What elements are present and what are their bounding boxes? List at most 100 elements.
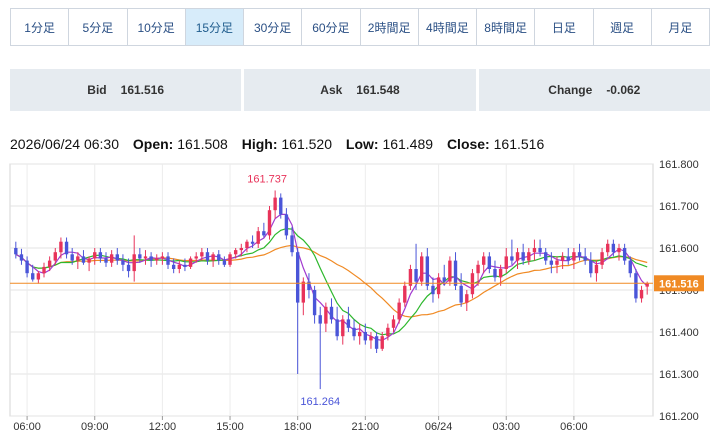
timeframe-tab[interactable]: 60分足 [302, 9, 361, 45]
x-tick-label: 15:00 [216, 421, 244, 433]
y-tick-label: 161.400 [659, 327, 699, 339]
timeframe-tab[interactable]: 30分足 [244, 9, 303, 45]
candle-body [577, 252, 582, 257]
timeframe-tab[interactable]: 8時間足 [477, 9, 536, 45]
candle-body [346, 319, 351, 328]
candle-body [149, 256, 153, 261]
low-annotation: 161.264 [300, 396, 340, 408]
candle-body [391, 319, 396, 328]
candle-body [611, 243, 616, 253]
candle-body [200, 252, 204, 257]
candle-body [76, 256, 80, 261]
candle-body [59, 241, 63, 253]
timeframe-tab[interactable]: 1分足 [11, 9, 70, 45]
candle-body [295, 252, 300, 303]
candle-body [121, 260, 125, 265]
candle-body [476, 264, 480, 274]
price-chart[interactable]: 161.800161.700161.600161.500161.400161.3… [0, 150, 720, 436]
candle-body [267, 210, 272, 236]
candle-body [645, 283, 649, 287]
candle-body [431, 285, 435, 295]
timeframe-tab[interactable]: 10分足 [128, 9, 186, 45]
timeframe-tab[interactable]: 月足 [652, 9, 709, 45]
candle-body [132, 254, 136, 272]
timeframe-tab[interactable]: 日足 [535, 9, 594, 45]
candle-body [465, 294, 469, 303]
candle-body [183, 264, 187, 267]
candle-body [622, 248, 627, 261]
candle-body [284, 214, 289, 236]
candle-body [211, 254, 215, 261]
bid-box: Bid 161.516 [10, 69, 242, 111]
candle-body [560, 256, 565, 261]
candle-body [374, 336, 379, 349]
candle-body [87, 258, 91, 263]
candle-body [318, 315, 322, 324]
bid-value: 161.516 [120, 83, 165, 97]
candle-body [273, 197, 277, 211]
candle-body [414, 269, 418, 282]
x-tick-label: 21:00 [352, 421, 380, 433]
candle-body [335, 319, 339, 337]
candle-body [312, 290, 317, 316]
y-tick-label: 161.300 [659, 369, 699, 381]
candle-body [572, 252, 576, 261]
candle-body [363, 332, 368, 341]
candle-body [515, 252, 520, 261]
candle-body [262, 231, 266, 236]
candle-body [420, 256, 424, 282]
y-tick-label: 161.700 [659, 201, 699, 213]
candle-body [341, 319, 345, 337]
candle-body [369, 336, 373, 341]
candle-body [589, 260, 593, 274]
candle-body [380, 336, 384, 349]
candle-body [250, 241, 255, 244]
candle-body [538, 248, 542, 253]
candle-body [25, 260, 29, 274]
candle-body [160, 256, 165, 259]
candle-body [104, 258, 108, 263]
candle-body [205, 252, 210, 261]
high-annotation: 161.737 [247, 173, 287, 185]
ask-box: Ask 161.548 [244, 69, 476, 111]
timeframe-tab[interactable]: 4時間足 [419, 9, 477, 45]
y-tick-label: 161.200 [659, 411, 699, 423]
candle-body [549, 260, 554, 265]
timeframe-tab[interactable]: 2時間足 [361, 9, 419, 45]
candle-body [53, 252, 57, 261]
candle-body [217, 254, 221, 261]
candle-body [329, 306, 334, 320]
candle-body [498, 269, 503, 278]
candle-body [527, 252, 531, 261]
x-tick-label: 06/24 [425, 421, 453, 433]
timeframe-tab[interactable]: 週足 [594, 9, 652, 45]
candle-body [493, 269, 497, 278]
y-tick-label: 161.600 [659, 243, 699, 255]
candle-body [521, 252, 525, 261]
candle-body [606, 243, 610, 253]
candle-body [482, 256, 486, 265]
candle-body [583, 256, 587, 261]
candle-body [47, 260, 52, 267]
timeframe-tab[interactable]: 15分足 [185, 9, 244, 45]
candle-body [594, 264, 599, 274]
timeframe-tab[interactable]: 5分足 [69, 9, 128, 45]
candle-body [504, 256, 508, 269]
candle-body [245, 241, 249, 248]
x-tick-label: 12:00 [149, 421, 177, 433]
candle-body [188, 258, 193, 267]
candle-body [256, 231, 260, 244]
quote-bar: Bid 161.516 Ask 161.548 Change -0.062 [10, 69, 710, 111]
y-tick-label: 161.800 [659, 159, 699, 171]
x-tick-label: 03:00 [492, 421, 520, 433]
change-value: -0.062 [606, 83, 641, 97]
candle-body [448, 260, 452, 282]
candle-body [544, 252, 548, 261]
candle-body [239, 248, 243, 251]
candle-body [222, 260, 227, 265]
candle-body [403, 285, 407, 303]
candle-body [81, 256, 86, 263]
x-tick-label: 06:00 [13, 421, 41, 433]
candle-body [555, 260, 559, 265]
candle-body [600, 252, 604, 265]
